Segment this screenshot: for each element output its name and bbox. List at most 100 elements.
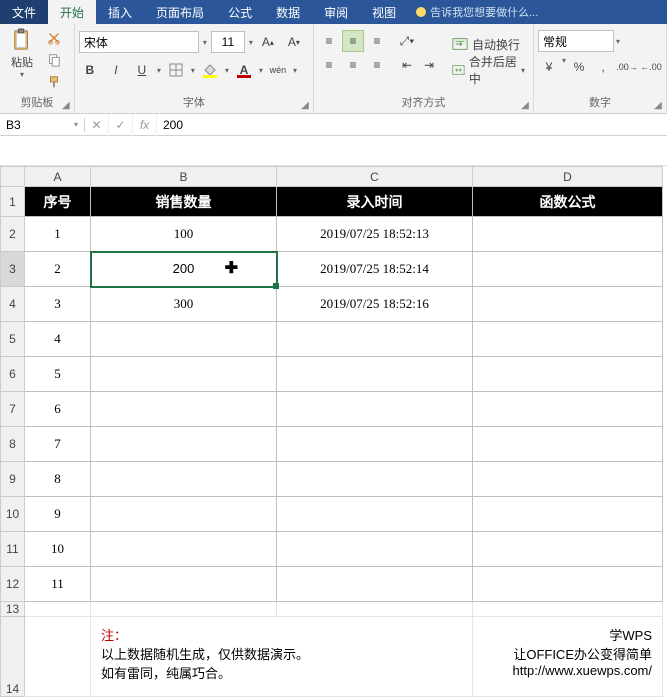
select-all-corner[interactable] (1, 167, 25, 187)
accounting-format-button[interactable]: ¥ (538, 56, 560, 78)
clipboard-dialog-launcher[interactable]: ◢ (60, 99, 72, 111)
cell[interactable]: 2019/07/25 18:52:16 (277, 287, 473, 322)
align-right-button[interactable]: ≡ (366, 54, 388, 76)
align-top-button[interactable]: ≡ (318, 30, 340, 52)
copy-button[interactable] (44, 50, 64, 70)
row-header-7[interactable]: 7 (1, 392, 25, 427)
cell[interactable] (277, 357, 473, 392)
tab-review[interactable]: 审阅 (312, 0, 360, 24)
phonetic-button[interactable]: wén (267, 59, 289, 81)
align-middle-button[interactable]: ≡ (342, 30, 364, 52)
tab-file[interactable]: 文件 (0, 0, 48, 24)
spreadsheet[interactable]: A B C D 1 序号 销售数量 录入时间 函数公式 2 1 100 2019… (0, 166, 667, 697)
cell[interactable]: 录入时间 (277, 187, 473, 217)
row-header-3[interactable]: 3 (1, 252, 25, 287)
row-header-10[interactable]: 10 (1, 497, 25, 532)
row-header-12[interactable]: 12 (1, 567, 25, 602)
cell[interactable]: 10 (25, 532, 91, 567)
chevron-down-icon[interactable]: ▾ (191, 66, 195, 75)
cell[interactable]: 9 (25, 497, 91, 532)
border-button[interactable] (165, 59, 187, 81)
bold-button[interactable]: B (79, 59, 101, 81)
cell[interactable] (91, 602, 277, 617)
cell[interactable] (277, 427, 473, 462)
cell[interactable] (473, 462, 663, 497)
cell[interactable]: 2019/07/25 18:52:13 (277, 217, 473, 252)
cell[interactable]: 300 (91, 287, 277, 322)
cell[interactable] (91, 462, 277, 497)
tab-data[interactable]: 数据 (264, 0, 312, 24)
merge-center-button[interactable]: 合并后居中 ▾ (448, 58, 529, 82)
cell[interactable]: 2019/07/25 18:52:14 (277, 252, 473, 287)
cell[interactable] (277, 322, 473, 357)
cell[interactable]: 销售数量 (91, 187, 277, 217)
cell[interactable] (91, 392, 277, 427)
col-header-B[interactable]: B (91, 167, 277, 187)
cell[interactable] (473, 252, 663, 287)
cell[interactable] (277, 497, 473, 532)
decrease-indent-button[interactable]: ⇤ (396, 54, 418, 76)
row-header-13[interactable]: 13 (1, 602, 25, 617)
tab-insert[interactable]: 插入 (96, 0, 144, 24)
cell[interactable] (277, 602, 473, 617)
col-header-A[interactable]: A (25, 167, 91, 187)
underline-button[interactable]: U (131, 59, 153, 81)
italic-button[interactable]: I (105, 59, 127, 81)
cell[interactable]: 1 (25, 217, 91, 252)
cell[interactable] (473, 357, 663, 392)
paste-button[interactable]: 粘贴 ▾ (4, 26, 40, 79)
col-header-D[interactable]: D (473, 167, 663, 187)
cell[interactable]: 7 (25, 427, 91, 462)
cell[interactable] (277, 532, 473, 567)
font-size-select[interactable] (211, 31, 245, 53)
cell[interactable] (91, 497, 277, 532)
cell[interactable] (473, 287, 663, 322)
cell[interactable] (473, 602, 663, 617)
cell[interactable] (277, 567, 473, 602)
font-name-select[interactable] (79, 31, 199, 53)
col-header-C[interactable]: C (277, 167, 473, 187)
accept-formula-button[interactable]: ✓ (109, 114, 133, 136)
cell[interactable]: 11 (25, 567, 91, 602)
cut-button[interactable] (44, 28, 64, 48)
row-header-1[interactable]: 1 (1, 187, 25, 217)
fill-color-button[interactable] (199, 59, 221, 81)
cell[interactable] (91, 322, 277, 357)
cell[interactable]: 3 (25, 287, 91, 322)
row-header-9[interactable]: 9 (1, 462, 25, 497)
row-header-2[interactable]: 2 (1, 217, 25, 252)
cancel-formula-button[interactable]: ✕ (85, 114, 109, 136)
align-left-button[interactable]: ≡ (318, 54, 340, 76)
chevron-down-icon[interactable]: ▾ (259, 66, 263, 75)
chevron-down-icon[interactable]: ▾ (249, 38, 253, 47)
align-bottom-button[interactable]: ≡ (366, 30, 388, 52)
row-header-5[interactable]: 5 (1, 322, 25, 357)
cell[interactable] (91, 427, 277, 462)
fill-handle[interactable] (273, 283, 279, 289)
name-box[interactable]: B3 ▾ (0, 118, 85, 132)
cell[interactable] (91, 567, 277, 602)
number-format-select[interactable] (538, 30, 614, 52)
note-left[interactable]: 注： 以上数据随机生成，仅供数据演示。 如有雷同，纯属巧合。 (91, 617, 473, 697)
cell[interactable]: 序号 (25, 187, 91, 217)
cell[interactable]: 6 (25, 392, 91, 427)
cell[interactable] (91, 532, 277, 567)
percent-button[interactable]: % (568, 56, 590, 78)
chevron-down-icon[interactable]: ▾ (616, 37, 620, 46)
cell[interactable] (473, 217, 663, 252)
cell[interactable] (25, 617, 91, 697)
tell-me-search[interactable]: 告诉我您想要做什么... (408, 0, 538, 24)
cell[interactable] (277, 462, 473, 497)
row-header-6[interactable]: 6 (1, 357, 25, 392)
cell[interactable]: 2 (25, 252, 91, 287)
row-header-14[interactable]: 14 (1, 617, 25, 697)
cell[interactable]: 函数公式 (473, 187, 663, 217)
tab-formula[interactable]: 公式 (216, 0, 264, 24)
cell[interactable] (473, 567, 663, 602)
increase-indent-button[interactable]: ⇥ (418, 54, 440, 76)
cell[interactable] (473, 497, 663, 532)
number-dialog-launcher[interactable]: ◢ (652, 99, 664, 111)
tab-page-layout[interactable]: 页面布局 (144, 0, 216, 24)
increase-decimal-button[interactable]: .00→ (616, 56, 638, 78)
cell[interactable] (91, 357, 277, 392)
